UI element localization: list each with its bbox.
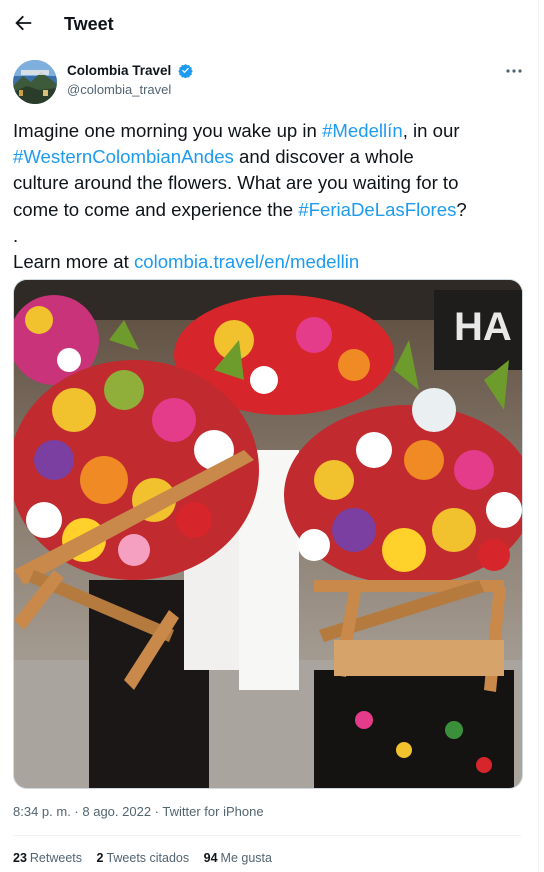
retweets-stat[interactable]: 23 Retweets bbox=[13, 851, 82, 865]
hashtag-western-andes-link[interactable]: #WesternColombianAndes bbox=[13, 146, 234, 167]
tweet-line: Imagine one morning you wake up in #Mede… bbox=[13, 120, 460, 141]
page-header: Tweet bbox=[0, 0, 538, 50]
tweet-line: Learn more at colombia.travel/en/medelli… bbox=[13, 251, 360, 273]
page-title: Tweet bbox=[64, 14, 114, 34]
quote-tweets-stat[interactable]: 2 Tweets citados bbox=[97, 851, 190, 865]
tweet-line: come to come and experience the #FeriaDe… bbox=[13, 198, 467, 220]
author-name-text: Colombia Travel bbox=[67, 63, 172, 78]
likes-stat[interactable]: 94 Me gusta bbox=[204, 851, 272, 865]
tweet-source[interactable]: Twitter for iPhone bbox=[162, 804, 263, 819]
tweet-photo[interactable]: HA bbox=[13, 279, 523, 789]
tweet-line: . bbox=[13, 224, 19, 246]
author-avatar[interactable] bbox=[13, 60, 57, 104]
tweet-time[interactable]: 8:34 p. m. bbox=[13, 804, 71, 819]
back-arrow-icon[interactable] bbox=[12, 12, 34, 34]
svg-text:HA: HA bbox=[454, 305, 512, 349]
tweet-meta: 8:34 p. m. · 8 ago. 2022 · Twitter for i… bbox=[13, 804, 264, 819]
flower-silleteros-image: HA bbox=[14, 280, 522, 788]
tweet-date[interactable]: 8 ago. 2022 bbox=[82, 804, 151, 819]
more-dots-icon[interactable] bbox=[503, 62, 525, 80]
tweet-line: #WesternColombianAndes and discover a wh… bbox=[13, 146, 414, 168]
hashtag-feria-link[interactable]: #FeriaDeLasFlores bbox=[298, 199, 456, 220]
external-url-link[interactable]: colombia.travel/en/medellin bbox=[134, 251, 359, 272]
divider bbox=[13, 835, 521, 836]
verified-badge-icon bbox=[178, 63, 193, 78]
author-handle[interactable]: @colombia_travel bbox=[67, 82, 171, 97]
author-name[interactable]: Colombia Travel bbox=[67, 63, 193, 78]
tweet-text: Imagine one morning you wake up in #Mede… bbox=[13, 118, 528, 275]
hashtag-medellin-link[interactable]: #Medellín bbox=[322, 120, 403, 141]
tweet-line: culture around the flowers. What are you… bbox=[13, 172, 459, 194]
tweet-stats: 23 Retweets 2 Tweets citados 94 Me gusta bbox=[13, 851, 283, 865]
tweet-page: Tweet Colombia Travel @colombia_travel I… bbox=[0, 0, 539, 872]
